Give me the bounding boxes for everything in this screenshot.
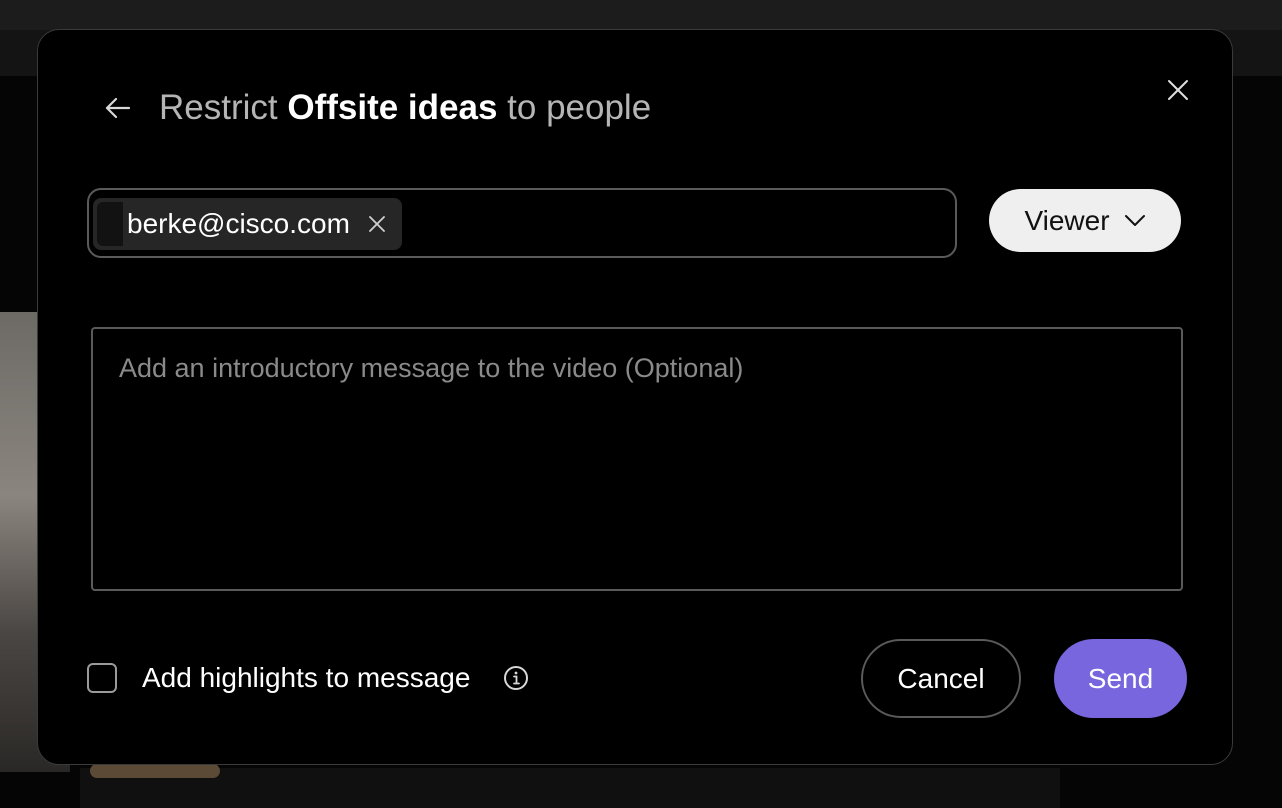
arrow-left-icon	[105, 97, 131, 119]
backdrop-bottom-strip	[80, 768, 1060, 808]
back-button[interactable]	[100, 90, 136, 126]
remove-recipient-button[interactable]	[366, 213, 388, 235]
dialog-title: Restrict Offsite ideas to people	[159, 86, 651, 130]
cancel-button[interactable]: Cancel	[861, 639, 1021, 718]
close-icon	[1168, 80, 1188, 100]
add-highlights-checkbox[interactable]	[87, 663, 117, 693]
send-button[interactable]: Send	[1054, 639, 1187, 718]
recipients-input[interactable]: berke@cisco.com	[87, 188, 957, 258]
role-dropdown[interactable]: Viewer	[989, 189, 1181, 252]
add-highlights-option: Add highlights to message	[87, 662, 530, 694]
recipient-chip: berke@cisco.com	[93, 198, 402, 250]
intro-message-textarea[interactable]	[91, 327, 1183, 591]
avatar	[97, 202, 123, 246]
info-button[interactable]	[502, 664, 530, 692]
close-icon	[369, 216, 385, 232]
recipient-email: berke@cisco.com	[127, 208, 350, 239]
add-highlights-label: Add highlights to message	[142, 662, 471, 693]
title-item-name: Offsite ideas	[287, 88, 498, 127]
info-icon	[504, 666, 529, 690]
role-selected-value: Viewer	[1024, 204, 1110, 236]
backdrop-bottom-element	[90, 764, 220, 778]
chevron-down-icon	[1124, 214, 1145, 226]
close-button[interactable]	[1162, 74, 1194, 106]
share-restrict-dialog: Restrict Offsite ideas to people berke@c…	[37, 29, 1233, 765]
title-prefix: Restrict	[159, 88, 288, 127]
backdrop-top-bar	[0, 0, 1282, 30]
title-suffix: to people	[497, 88, 652, 127]
